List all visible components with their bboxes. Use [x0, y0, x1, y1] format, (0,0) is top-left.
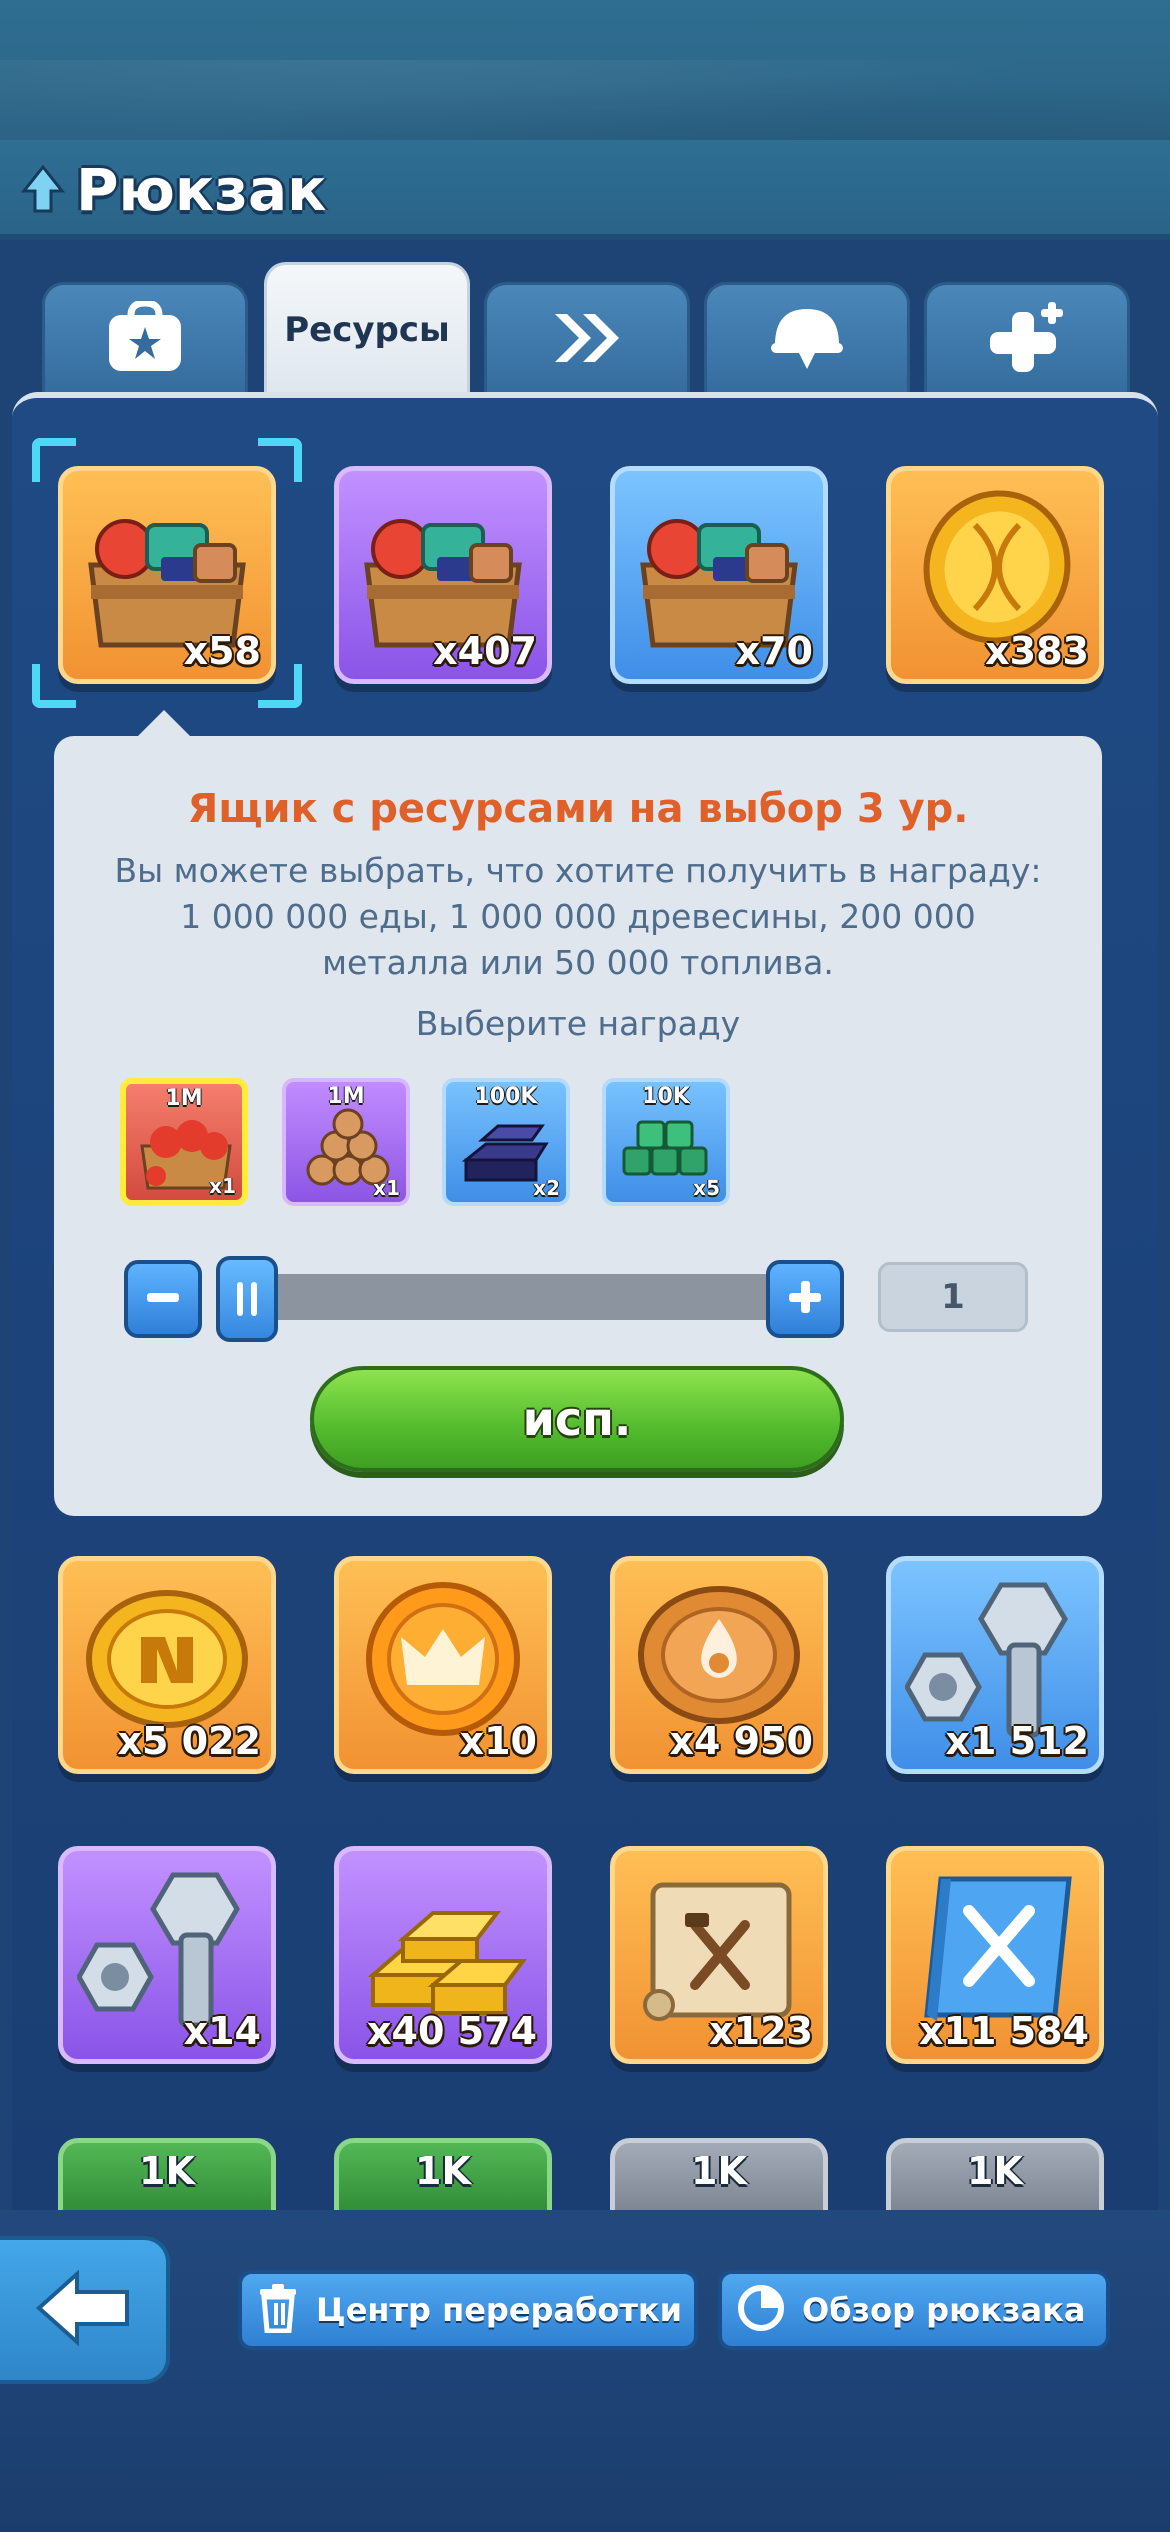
selection-bracket [32, 664, 76, 708]
minus-icon [141, 1275, 185, 1323]
backpack-overview-button[interactable]: Обзор рюкзака [718, 2270, 1110, 2350]
tab-boosts[interactable] [484, 282, 690, 394]
plus-sparkle-icon [982, 298, 1072, 382]
trash-icon [256, 2283, 300, 2337]
use-button[interactable]: исп. [310, 1366, 844, 1472]
tab-bar: Ресурсы [42, 262, 1130, 394]
item-card-bolt-nut-blue[interactable]: x1 512 [886, 1556, 1104, 1774]
item-qty: x1 512 [945, 1719, 1089, 1763]
bottom-bar [0, 2210, 1170, 2532]
item-qty: x123 [709, 2009, 813, 2053]
item-qty: x5 022 [117, 1719, 261, 1763]
item-card-resource-chest-blue[interactable]: x70 [610, 466, 828, 684]
helmet-icon [767, 303, 847, 377]
choose-reward-label: Выберите награду [415, 1004, 741, 1043]
page-title: Рюкзак [20, 150, 326, 230]
item-card-n-coin[interactable]: x5 022 [58, 1556, 276, 1774]
tab-items[interactable] [42, 282, 248, 394]
selection-bracket [258, 664, 302, 708]
plus-icon [783, 1275, 827, 1323]
item-qty: x58 [183, 629, 261, 673]
item-card-dna-coin[interactable]: x383 [886, 466, 1104, 684]
item-card-resource-chest-purple[interactable]: x407 [334, 466, 552, 684]
item-qty: x40 574 [367, 2009, 537, 2053]
tooltip-description: Вы можете выбрать, что хотите получить в… [114, 851, 1042, 982]
recycle-center-label: Центр переработки [316, 2291, 683, 2329]
item-qty: x10 [459, 1719, 537, 1763]
reward-qty: x1 [373, 1176, 400, 1200]
item-top-label: 1K [139, 2149, 195, 2193]
reward-option-wood[interactable]: 1M x1 [282, 1078, 410, 1206]
backpack-arrow-icon [20, 164, 66, 215]
item-qty: x70 [735, 629, 813, 673]
item-top-label: 1K [967, 2149, 1023, 2193]
backpack-star-icon [103, 298, 187, 379]
item-qty: x407 [433, 629, 537, 673]
tooltip-arrow [136, 710, 192, 738]
slider-handle[interactable] [216, 1256, 278, 1342]
item-qty: x4 950 [669, 1719, 813, 1763]
item-qty: x383 [985, 629, 1089, 673]
double-chevron-icon [547, 308, 627, 372]
selection-bracket [258, 438, 302, 482]
backpack-overview-label: Обзор рюкзака [802, 2291, 1086, 2329]
back-arrow-icon [33, 2268, 133, 2352]
pie-chart-icon [736, 2283, 786, 2337]
quantity-slider[interactable] [244, 1274, 804, 1320]
item-card-sword-book[interactable]: x11 584 [886, 1846, 1104, 2064]
item-card-crown-coin[interactable]: x10 [334, 1556, 552, 1774]
tab-resources[interactable]: Ресурсы [264, 262, 470, 394]
decrease-button[interactable] [124, 1260, 202, 1338]
title-text: Рюкзак [76, 156, 327, 224]
tab-resources-label: Ресурсы [284, 309, 450, 350]
item-card-gold-bars[interactable]: x40 574 [334, 1846, 552, 2064]
reward-option-fuel[interactable]: 10K x5 [602, 1078, 730, 1206]
item-tooltip: Ящик с ресурсами на выбор 3 ур. Вы может… [54, 736, 1102, 1516]
tab-special[interactable] [924, 282, 1130, 394]
reward-qty: x2 [533, 1176, 560, 1200]
selection-bracket [32, 438, 76, 482]
item-qty: x11 584 [919, 2009, 1089, 2053]
item-card-blueprint-scroll[interactable]: x123 [610, 1846, 828, 2064]
tooltip-title: Ящик с ресурсами на выбор 3 ур. [187, 786, 969, 832]
top-wave-decoration [0, 60, 1170, 150]
back-button[interactable] [0, 2236, 170, 2384]
item-qty: x14 [183, 2009, 261, 2053]
item-card-bolt-nut-purple[interactable]: x14 [58, 1846, 276, 2064]
item-top-label: 1K [415, 2149, 471, 2193]
increase-button[interactable] [766, 1260, 844, 1338]
item-top-label: 1K [691, 2149, 747, 2193]
reward-option-metal[interactable]: 100K x2 [442, 1078, 570, 1206]
tab-equipment[interactable] [704, 282, 910, 394]
use-button-label: исп. [522, 1392, 632, 1446]
reward-option-food[interactable]: 1M x1 [120, 1078, 248, 1206]
recycle-center-button[interactable]: Центр переработки [238, 2270, 698, 2350]
item-card-drop-coin[interactable]: x4 950 [610, 1556, 828, 1774]
quantity-field[interactable]: 1 [878, 1262, 1028, 1332]
reward-qty: x1 [209, 1174, 236, 1198]
reward-qty: x5 [693, 1176, 720, 1200]
item-card-resource-chest-orange[interactable]: x58 [58, 466, 276, 684]
